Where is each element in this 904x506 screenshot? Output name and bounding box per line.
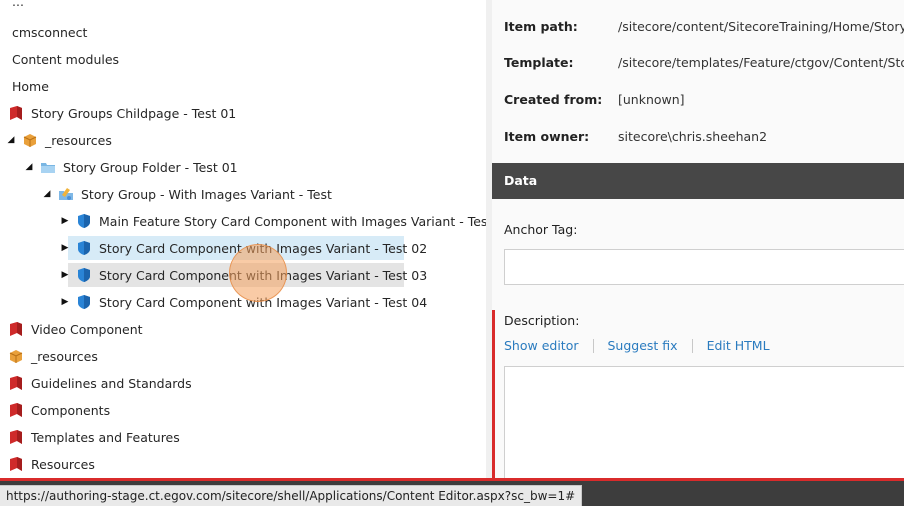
tree-item-label: Story Group - With Images Variant - Test [81, 186, 332, 202]
tree-item-label: cmsconnect [12, 24, 88, 40]
red-bookmark-icon [8, 375, 24, 391]
shield-icon [76, 213, 92, 229]
created-from-label: Created from: [504, 91, 603, 107]
folder-icon [40, 159, 56, 175]
expand-arrow-icon[interactable]: ◢ [40, 189, 54, 199]
tree-item-label: Video Component [31, 321, 143, 337]
collapse-arrow-icon[interactable]: ▶ [58, 243, 72, 253]
collapse-arrow-icon[interactable]: ▶ [58, 297, 72, 307]
tree-item-templates-and-features[interactable]: Templates and Features [0, 424, 486, 450]
tree-item-resources-2[interactable]: _resources [0, 343, 486, 369]
tree-item-label: Guidelines and Standards [31, 375, 192, 391]
item-path-label: Item path: [504, 18, 578, 34]
tree-item-label: Resources [31, 456, 95, 472]
expand-arrow-icon[interactable]: ◢ [4, 135, 18, 145]
tree-item-guidelines[interactable]: Guidelines and Standards [0, 370, 486, 396]
tree-item-label: Components [31, 402, 111, 418]
created-from-row: Created from: [unknown] [504, 89, 685, 109]
content-tree: ... cmsconnect Content modules Home Stor… [0, 0, 486, 480]
tree-item-label: Content modules [12, 51, 120, 67]
edit-html-link[interactable]: Edit HTML [707, 338, 770, 353]
tree-item-resources-3[interactable]: Resources [0, 451, 486, 477]
validation-marker [492, 310, 495, 480]
tree-item-label: _resources [45, 132, 112, 148]
shield-icon [76, 267, 92, 283]
shield-icon [76, 294, 92, 310]
tree-item-label: Home [12, 78, 49, 94]
tree-item-story-group[interactable]: ◢ Story Group - With Images Variant - Te… [0, 181, 486, 207]
story-group-icon [58, 186, 74, 202]
tree-item-components[interactable]: Components [0, 397, 486, 423]
red-bookmark-icon [8, 456, 24, 472]
item-path-value: /sitecore/content/SitecoreTraining/Home/… [618, 18, 904, 34]
mouse-cursor-highlight [229, 244, 287, 302]
tree-item-content-modules[interactable]: Content modules [0, 46, 486, 72]
description-label: Description: [504, 313, 580, 328]
show-editor-link[interactable]: Show editor [504, 338, 579, 353]
package-icon [22, 132, 38, 148]
data-section-header[interactable]: Data [492, 163, 904, 199]
tree-item-video-component[interactable]: Video Component [0, 316, 486, 342]
data-section-title: Data [504, 173, 538, 188]
created-from-value: [unknown] [618, 91, 685, 107]
suggest-fix-link[interactable]: Suggest fix [608, 338, 678, 353]
collapse-arrow-icon[interactable]: ▶ [58, 216, 72, 226]
description-actions: Show editor Suggest fix Edit HTML [504, 338, 770, 353]
status-url-tooltip: https://authoring-stage.ct.egov.com/site… [0, 485, 583, 506]
expand-arrow-icon[interactable]: ◢ [22, 162, 36, 172]
item-owner-label: Item owner: [504, 128, 590, 144]
tree-item-main-feature-story-card[interactable]: ▶ Main Feature Story Card Component with… [0, 208, 486, 234]
tree-item-story-group-folder[interactable]: ◢ Story Group Folder - Test 01 [0, 154, 486, 180]
tree-item-label: Templates and Features [31, 429, 180, 445]
red-bookmark-icon [8, 105, 24, 121]
anchor-tag-label: Anchor Tag: [504, 222, 578, 237]
tree-item-label: Main Feature Story Card Component with I… [99, 213, 486, 229]
shield-icon [76, 240, 92, 256]
link-separator [691, 338, 693, 353]
item-path-row: Item path: /sitecore/content/SitecoreTra… [504, 16, 904, 36]
red-bookmark-icon [8, 402, 24, 418]
tree-item-cutoff: ... [12, 0, 24, 9]
collapse-arrow-icon[interactable]: ▶ [58, 270, 72, 280]
tree-item-label: Story Group Folder - Test 01 [63, 159, 238, 175]
anchor-tag-input[interactable] [504, 249, 904, 285]
item-owner-row: Item owner: sitecore\chris.sheehan2 [504, 126, 767, 146]
description-editor[interactable] [504, 366, 904, 480]
tree-item-cmsconnect[interactable]: cmsconnect [0, 19, 486, 45]
red-bookmark-icon [8, 321, 24, 337]
template-row: Template: /sitecore/templates/Feature/ct… [504, 52, 904, 72]
template-label: Template: [504, 54, 574, 70]
package-icon [8, 348, 24, 364]
tree-item-label: _resources [31, 348, 98, 364]
tree-item-resources[interactable]: ◢ _resources [0, 127, 486, 153]
red-bookmark-icon [8, 429, 24, 445]
tree-item-story-groups-childpage[interactable]: Story Groups Childpage - Test 01 [0, 100, 486, 126]
tree-item-label: Story Groups Childpage - Test 01 [31, 105, 237, 121]
description-field: Description: Show editor Suggest fix Edi… [492, 310, 904, 480]
item-editor-panel: Item path: /sitecore/content/SitecoreTra… [492, 0, 904, 480]
tree-item-home[interactable]: Home [0, 73, 486, 99]
item-owner-value: sitecore\chris.sheehan2 [618, 128, 768, 144]
template-value: /sitecore/templates/Feature/ctgov/Conten… [618, 54, 904, 70]
link-separator [592, 338, 594, 353]
